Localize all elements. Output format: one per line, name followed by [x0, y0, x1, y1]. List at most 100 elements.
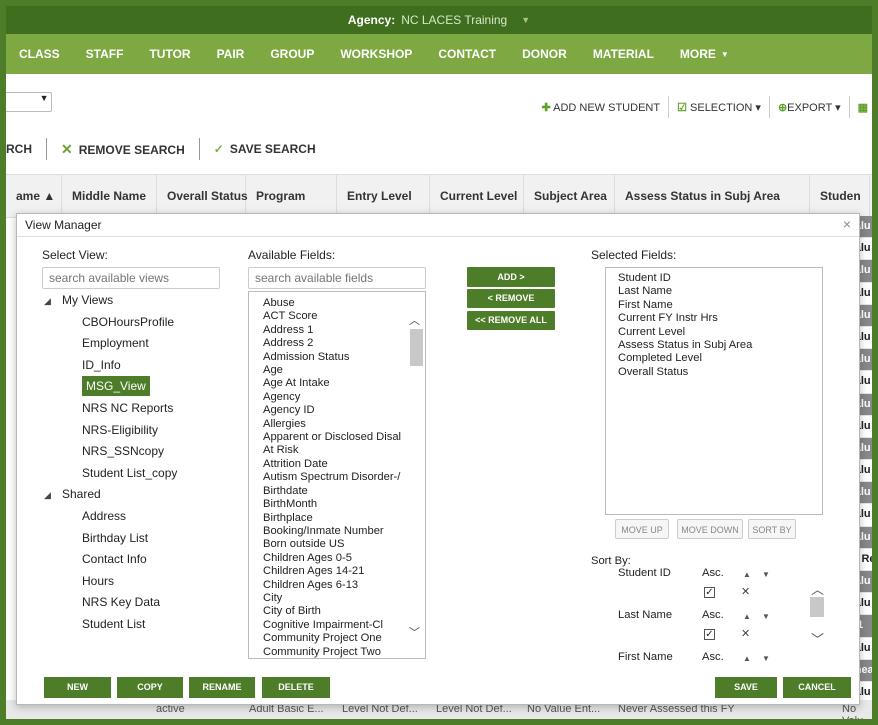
- export-dropdown[interactable]: ⊕EXPORT ▾: [778, 101, 841, 114]
- scrollbar-thumb[interactable]: [410, 329, 423, 366]
- column-header[interactable]: Program: [246, 175, 337, 217]
- available-field-item[interactable]: Address 2: [263, 337, 403, 350]
- available-field-item[interactable]: City of Birth: [263, 605, 403, 618]
- column-header[interactable]: Current Level: [430, 175, 524, 217]
- chevron-up-icon[interactable]: ︿: [409, 312, 420, 328]
- selected-field-item[interactable]: Current Level: [618, 326, 752, 339]
- available-field-item[interactable]: Booking/Inmate Number: [263, 525, 403, 538]
- collapse-triangle-icon[interactable]: ◢: [44, 291, 62, 313]
- available-field-item[interactable]: Community Project Two: [263, 646, 403, 658]
- selected-field-item[interactable]: Student ID: [618, 272, 752, 285]
- available-field-item[interactable]: Apparent or Disclosed Disal: [263, 431, 403, 444]
- available-field-item[interactable]: Birthplace: [263, 512, 403, 525]
- collapse-triangle-icon[interactable]: ◢: [44, 485, 62, 507]
- move-up-icon[interactable]: ▲: [743, 654, 751, 663]
- selected-field-item[interactable]: Assess Status in Subj Area: [618, 339, 752, 352]
- column-header[interactable]: ame ▲: [6, 175, 62, 217]
- search-views-input[interactable]: [42, 267, 220, 289]
- new-button[interactable]: NEW: [44, 677, 111, 698]
- nav-item-class[interactable]: CLASS: [6, 47, 73, 61]
- view-item[interactable]: Student List: [44, 614, 224, 636]
- available-field-item[interactable]: Agency: [263, 391, 403, 404]
- move-up-icon[interactable]: ▲: [743, 570, 751, 579]
- available-field-item[interactable]: Address 1: [263, 324, 403, 337]
- available-field-item[interactable]: At Risk: [263, 444, 403, 457]
- chevron-up-icon[interactable]: ︿: [811, 579, 824, 598]
- column-header[interactable]: Assess Status in Subj Area: [615, 175, 810, 217]
- view-item[interactable]: NRS NC Reports: [44, 398, 224, 420]
- column-header[interactable]: Overall Status: [157, 175, 248, 217]
- move-down-icon[interactable]: ▼: [762, 612, 770, 621]
- view-item[interactable]: NRS_SSNcopy: [44, 441, 224, 463]
- nav-item-pair[interactable]: PAIR: [204, 47, 258, 61]
- scrollbar-thumb[interactable]: [810, 597, 824, 617]
- selected-field-item[interactable]: Current FY Instr Hrs: [618, 312, 752, 325]
- calendar-icon[interactable]: ▦: [858, 101, 868, 114]
- view-item[interactable]: Address: [44, 506, 224, 528]
- scrollbar[interactable]: ︿ ﹀: [405, 292, 425, 658]
- view-item[interactable]: Student List_copy: [44, 463, 224, 485]
- nav-item-more[interactable]: MORE: [667, 47, 729, 61]
- move-up-button[interactable]: MOVE UP: [615, 519, 669, 539]
- sort-scrollbar[interactable]: ︿ ﹀: [810, 567, 824, 659]
- available-field-item[interactable]: Autism Spectrum Disorder-/: [263, 471, 403, 484]
- available-field-item[interactable]: Age At Intake: [263, 377, 403, 390]
- chevron-down-icon[interactable]: ﹀: [409, 624, 420, 640]
- remove-sort-icon[interactable]: ✕: [741, 585, 750, 598]
- view-item[interactable]: ID_Info: [44, 355, 224, 377]
- nav-item-group[interactable]: GROUP: [257, 47, 327, 61]
- nav-item-contact[interactable]: CONTACT: [425, 47, 509, 61]
- chevron-down-icon[interactable]: ▼: [521, 15, 530, 25]
- selection-dropdown[interactable]: ☑ SELECTION ▾: [677, 101, 761, 114]
- nav-item-material[interactable]: MATERIAL: [580, 47, 667, 61]
- view-item[interactable]: Hours: [44, 571, 224, 593]
- tree-group[interactable]: ◢ My Views: [44, 290, 224, 312]
- available-field-item[interactable]: Age: [263, 364, 403, 377]
- ascending-checkbox[interactable]: ✓: [704, 587, 715, 598]
- move-up-icon[interactable]: ▲: [743, 612, 751, 621]
- available-field-item[interactable]: BirthMonth: [263, 498, 403, 511]
- selected-field-item[interactable]: Overall Status: [618, 366, 752, 379]
- selected-field-item[interactable]: First Name: [618, 299, 752, 312]
- available-field-item[interactable]: Children Ages 14-21: [263, 565, 403, 578]
- selected-field-item[interactable]: Last Name: [618, 285, 752, 298]
- sort-by-button[interactable]: SORT BY: [748, 519, 796, 539]
- available-field-item[interactable]: ACT Score: [263, 310, 403, 323]
- move-down-button[interactable]: MOVE DOWN: [677, 519, 743, 539]
- nav-item-donor[interactable]: DONOR: [509, 47, 580, 61]
- column-header[interactable]: Middle Name: [62, 175, 157, 217]
- remove-search-button[interactable]: ✕ REMOVE SEARCH: [61, 141, 185, 158]
- available-field-item[interactable]: Children Ages 6-13: [263, 579, 403, 592]
- rename-button[interactable]: RENAME: [189, 677, 255, 698]
- column-header[interactable]: Studen: [810, 175, 870, 217]
- available-field-item[interactable]: Cognitive Impairment-Cl: [263, 619, 403, 632]
- view-item[interactable]: CBOHoursProfile: [44, 312, 224, 334]
- nav-item-staff[interactable]: STAFF: [73, 47, 137, 61]
- add-button[interactable]: ADD >: [467, 267, 555, 287]
- tree-group[interactable]: ◢ Shared: [44, 484, 224, 506]
- view-item[interactable]: Contact Info: [44, 549, 224, 571]
- selected-fields-list[interactable]: Student ID Last Name First Name Current FY …: [605, 267, 823, 515]
- available-field-item[interactable]: Community Project One: [263, 632, 403, 645]
- view-item[interactable]: Birthday List: [44, 528, 224, 550]
- available-field-item[interactable]: Abuse: [263, 297, 403, 310]
- save-search-button[interactable]: ✓ SAVE SEARCH: [214, 142, 316, 156]
- ascending-checkbox[interactable]: ✓: [704, 629, 715, 640]
- available-field-item[interactable]: Children Ages 0-5: [263, 552, 403, 565]
- copy-button[interactable]: COPY: [117, 677, 183, 698]
- page-size-select[interactable]: ▼: [6, 92, 52, 112]
- view-item[interactable]: NRS Key Data: [44, 592, 224, 614]
- column-header[interactable]: Entry Level: [337, 175, 430, 217]
- remove-button[interactable]: < REMOVE: [467, 289, 555, 308]
- nav-item-tutor[interactable]: TUTOR: [136, 47, 203, 61]
- save-button[interactable]: SAVE: [715, 677, 777, 698]
- view-item[interactable]: NRS-Eligibility: [44, 420, 224, 442]
- available-field-item[interactable]: Birthdate: [263, 485, 403, 498]
- move-down-icon[interactable]: ▼: [762, 654, 770, 663]
- agency-select[interactable]: NC LACES Training: [401, 13, 507, 27]
- selected-field-item[interactable]: Completed Level: [618, 352, 752, 365]
- view-item[interactable]: Employment: [44, 333, 224, 355]
- available-fields-list[interactable]: Abuse ACT Score Address 1 Address 2 Admissio…: [248, 291, 426, 659]
- cancel-button[interactable]: CANCEL: [783, 677, 851, 698]
- available-field-item[interactable]: Attrition Date: [263, 458, 403, 471]
